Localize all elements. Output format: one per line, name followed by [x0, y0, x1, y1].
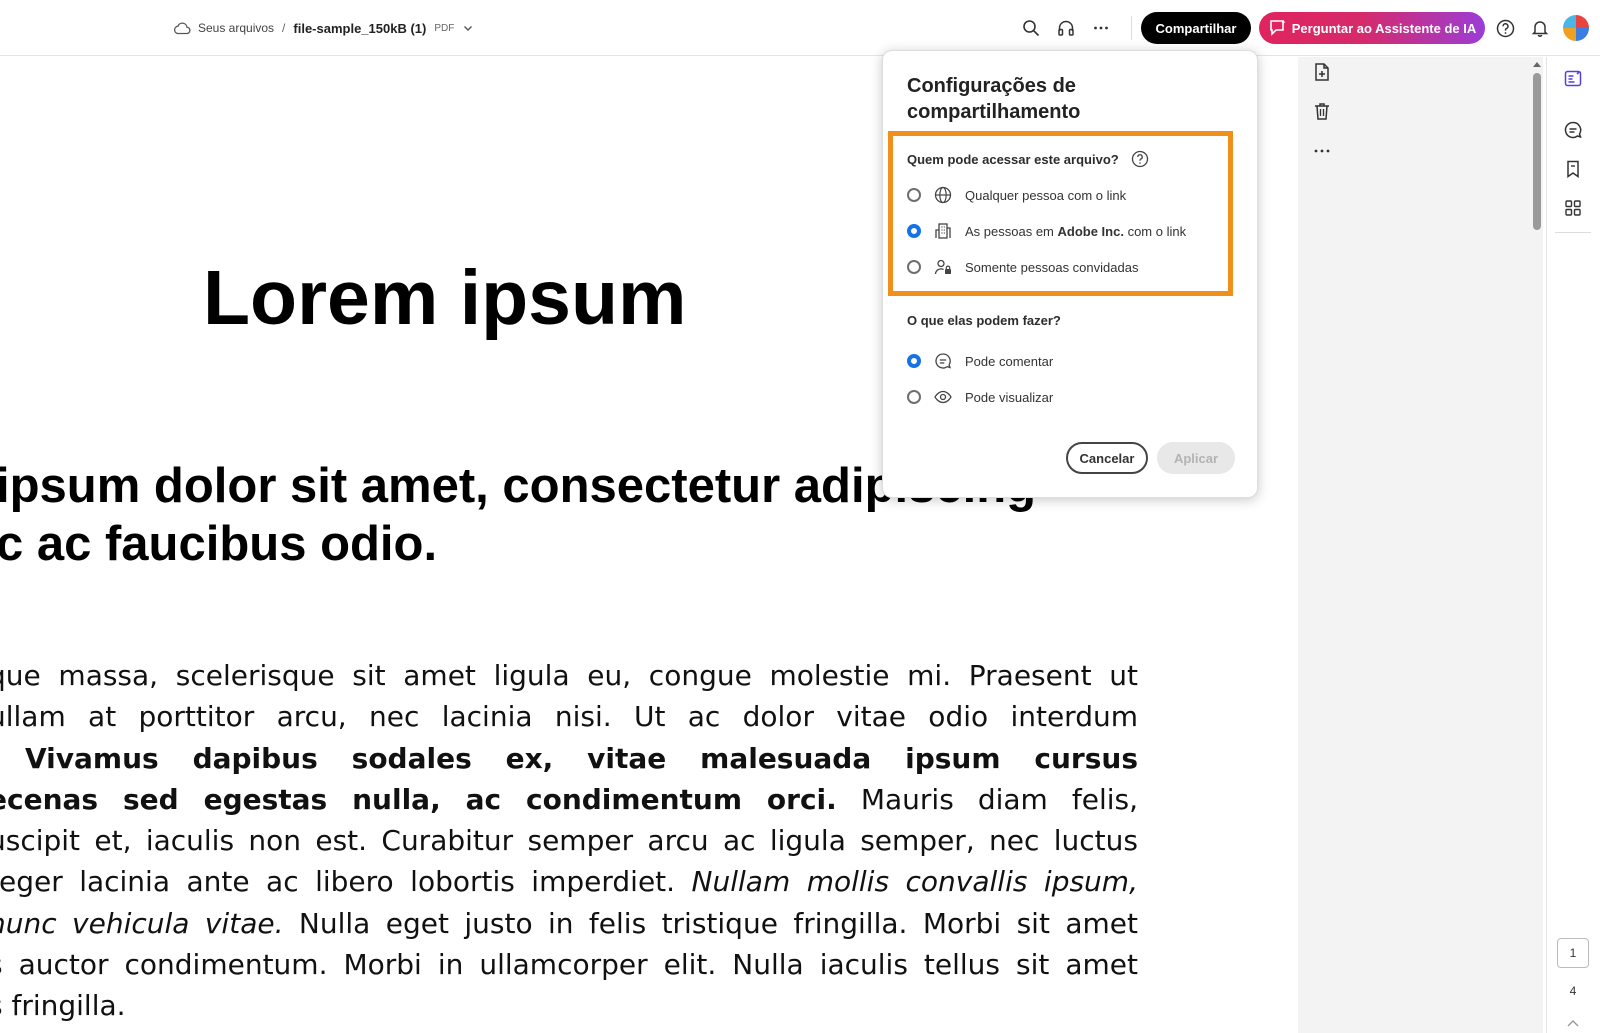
radio-button[interactable]: [907, 188, 921, 202]
file-name[interactable]: file-sample_150kB (1): [293, 21, 426, 36]
document-paragraph: que massa, scelerisque sit amet ligula e…: [0, 655, 1138, 1027]
bookmark-icon[interactable]: [1561, 157, 1585, 181]
building-icon: [933, 221, 953, 241]
radio-button-selected[interactable]: [907, 224, 921, 238]
radio-button[interactable]: [907, 390, 921, 404]
chevron-down-icon[interactable]: [462, 22, 474, 34]
option-label: Qualquer pessoa com o link: [965, 187, 1127, 203]
insert-page-icon[interactable]: [1310, 60, 1334, 84]
rail-divider: [1555, 232, 1591, 233]
help-icon[interactable]: [1495, 18, 1515, 38]
access-question: Quem pode acessar este arquivo?: [907, 150, 1149, 168]
option-label-prefix: As pessoas em: [965, 223, 1054, 239]
help-icon[interactable]: [1131, 150, 1149, 168]
bold-text: ecenas sed egestas nulla, ac condimentum…: [0, 782, 837, 816]
paragraph-text: Nulla eget justo in felis tristique frin…: [298, 906, 1138, 940]
cancel-button[interactable]: Cancelar: [1066, 442, 1148, 474]
share-settings-dialog: Configurações de compartilhamento Quem p…: [882, 50, 1258, 498]
paragraph-line: ullam at porttitor arcu, nec lacinia nis…: [0, 700, 1138, 734]
eye-icon: [933, 387, 953, 407]
total-pages: 4: [1569, 984, 1577, 998]
paragraph-text: Mauris diam felis,: [860, 782, 1139, 816]
paragraph-line: que massa, scelerisque sit amet ligula e…: [0, 659, 1138, 692]
globe-icon: [933, 185, 953, 205]
access-question-label: Quem pode acessar este arquivo?: [907, 151, 1119, 167]
document-heading-line: c ac faucibus odio.: [0, 517, 438, 571]
current-page-input[interactable]: 1: [1557, 938, 1589, 968]
paragraph-line: uscipit et, iaculis non est. Curabitur s…: [0, 824, 1138, 858]
option-label: Pode visualizar: [965, 389, 1054, 405]
option-label: As pessoas em Adobe Inc. com o link: [965, 224, 1186, 239]
radio-button-selected[interactable]: [907, 354, 921, 368]
paragraph-line: s fringilla.: [0, 989, 126, 1023]
paragraph-line: ecenas sed egestas nulla, ac condimentum…: [0, 779, 1138, 820]
bell-icon[interactable]: [1530, 18, 1550, 38]
apply-button[interactable]: Aplicar: [1157, 442, 1235, 474]
search-icon[interactable]: [1021, 18, 1041, 38]
scroll-up-icon[interactable]: [1532, 60, 1542, 68]
page-tools-panel: [1298, 57, 1533, 1033]
permission-option-view[interactable]: Pode visualizar: [907, 386, 1053, 408]
option-label: Pode comentar: [965, 353, 1054, 369]
paragraph-line: teger lacinia ante ac libero lobortis im…: [0, 861, 1138, 902]
breadcrumb: Seus arquivos / file-sample_150kB (1) PD…: [172, 18, 474, 38]
page-more-icon[interactable]: [1310, 139, 1334, 163]
scrollbar-thumb[interactable]: [1533, 73, 1541, 230]
comment-icon[interactable]: [1561, 118, 1585, 142]
access-option-organization[interactable]: As pessoas em Adobe Inc. com o link: [907, 220, 1186, 242]
toolbar-divider: [1131, 16, 1132, 40]
permission-question: O que elas podem fazer?: [907, 313, 1061, 328]
permission-question-label: O que elas podem fazer?: [907, 313, 1061, 328]
edit-tools-icon[interactable]: [1561, 66, 1585, 90]
more-icon[interactable]: [1091, 18, 1111, 38]
chevron-up-icon[interactable]: [1566, 1018, 1580, 1028]
ai-assistant-button[interactable]: Perguntar ao Assistente de IA: [1259, 12, 1485, 44]
person-lock-icon: [933, 257, 953, 277]
option-label: Somente pessoas convidadas: [965, 259, 1139, 275]
breadcrumb-separator: /: [282, 21, 286, 35]
paragraph-line: s auctor condimentum. Morbi in ullamcorp…: [0, 948, 1138, 982]
italic-text: Nullam mollis convallis ipsum,: [691, 865, 1138, 899]
document-title: Lorem ipsum: [203, 255, 687, 341]
headphones-icon[interactable]: [1056, 18, 1076, 38]
ai-assistant-label: Perguntar ao Assistente de IA: [1291, 20, 1477, 36]
dialog-title: Configurações de compartilhamento: [907, 75, 1081, 123]
paragraph-line: nunc vehicula vitae. Nulla eget justo in…: [0, 903, 1138, 944]
thumbnails-icon[interactable]: [1561, 196, 1585, 220]
access-option-invited[interactable]: Somente pessoas convidadas: [907, 256, 1138, 278]
radio-button[interactable]: [907, 260, 921, 274]
bold-text: Vivamus dapibus sodales ex, vitae malesu…: [25, 741, 1138, 775]
access-option-anyone[interactable]: Qualquer pessoa com o link: [907, 184, 1126, 206]
paragraph-text: teger lacinia ante ac libero lobortis im…: [0, 865, 676, 899]
avatar[interactable]: [1563, 15, 1589, 41]
permission-option-comment[interactable]: Pode comentar: [907, 350, 1053, 372]
paragraph-line: Vivamus dapibus sodales ex, vitae malesu…: [0, 738, 1138, 779]
top-bar: Seus arquivos / file-sample_150kB (1) PD…: [0, 0, 1600, 56]
italic-text: nunc vehicula vitae.: [0, 906, 284, 940]
breadcrumb-root-link[interactable]: Seus arquivos: [198, 21, 274, 35]
ai-chat-icon: [1269, 20, 1286, 36]
share-button[interactable]: Compartilhar: [1141, 12, 1251, 44]
option-label-suffix: com o link: [1127, 223, 1187, 239]
trash-icon[interactable]: [1310, 99, 1334, 123]
file-type-label: PDF: [434, 22, 455, 34]
organization-name: Adobe Inc.: [1057, 223, 1124, 239]
comment-icon: [933, 351, 953, 371]
cloud-icon: [173, 22, 191, 35]
